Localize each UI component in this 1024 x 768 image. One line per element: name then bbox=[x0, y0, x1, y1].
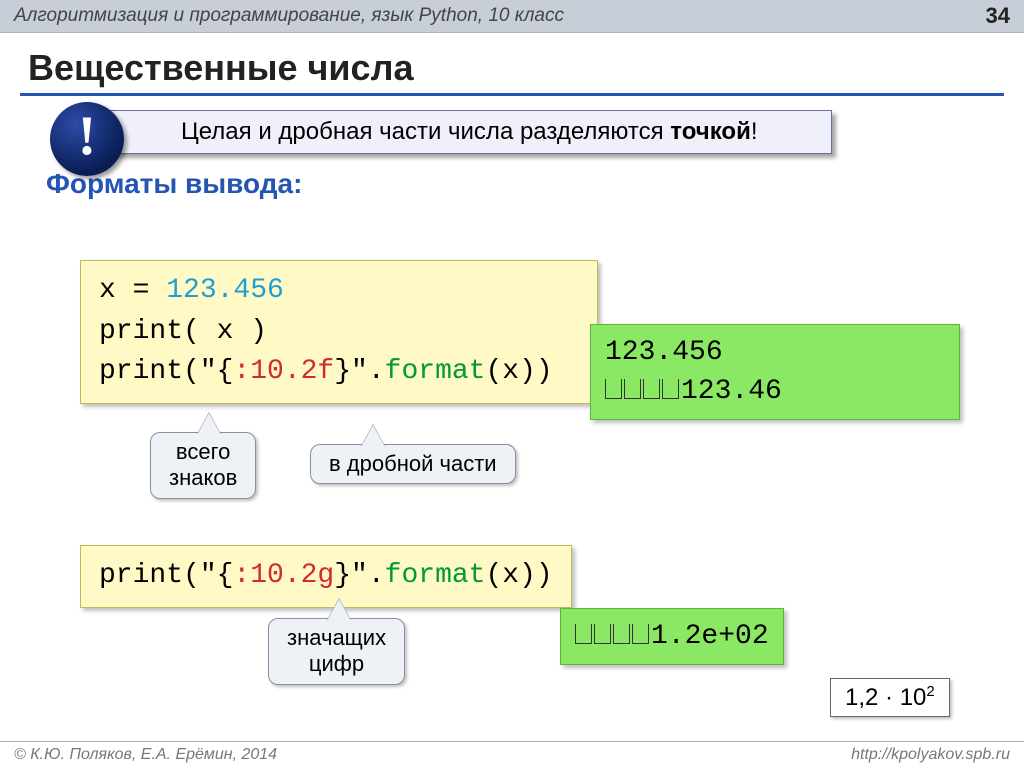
sci-exp: 2 bbox=[926, 683, 934, 700]
output-leading-spaces bbox=[605, 376, 681, 407]
code-block-1: x = 123.456 print( x ) print("{:10.2f}".… bbox=[80, 260, 598, 404]
code-text: (x)) bbox=[486, 560, 553, 591]
output-line2: 123.46 bbox=[681, 376, 782, 407]
sci-base: 10 bbox=[900, 684, 927, 711]
callout-bold: точкой bbox=[670, 118, 751, 145]
code-func: format bbox=[385, 560, 486, 591]
output-leading-spaces bbox=[575, 621, 651, 652]
annotation-sig-digits: значащих цифр bbox=[268, 618, 405, 685]
code-number: 123.456 bbox=[166, 275, 284, 306]
breadcrumb: Алгоритмизация и программирование, язык … bbox=[14, 5, 564, 27]
info-callout: ! Целая и дробная части числа разделяютс… bbox=[102, 110, 832, 154]
page-number: 34 bbox=[986, 3, 1010, 29]
footer: © К.Ю. Поляков, Е.А. Ерёмин, 2014 http:/… bbox=[0, 741, 1024, 768]
annotation-text: в дробной части bbox=[329, 451, 497, 476]
code-text: print("{ bbox=[99, 560, 233, 591]
annotation-total-chars: всего знаков bbox=[150, 432, 256, 499]
sci-sep: · bbox=[878, 684, 899, 711]
footer-right: http://kpolyakov.spb.ru bbox=[851, 746, 1010, 764]
subheading: Форматы вывода: bbox=[46, 168, 1024, 200]
code-text: print("{ bbox=[99, 356, 233, 387]
code-format: :10.2g bbox=[233, 560, 334, 591]
title-underline bbox=[20, 93, 1004, 96]
code-text: }". bbox=[334, 560, 384, 591]
code-func: format bbox=[385, 356, 486, 387]
output-line1: 123.456 bbox=[605, 337, 723, 368]
footer-left: © К.Ю. Поляков, Е.А. Ерёмин, 2014 bbox=[14, 746, 277, 764]
exclamation-icon: ! bbox=[50, 102, 124, 176]
code-text: print( x ) bbox=[99, 316, 267, 347]
annotation-text: всего знаков bbox=[169, 439, 237, 490]
annotation-text: значащих цифр bbox=[287, 625, 386, 676]
output-value: 1.2e+02 bbox=[651, 621, 769, 652]
scientific-notation: 1,2 · 102 bbox=[830, 678, 950, 717]
output-block-2: 1.2e+02 bbox=[560, 608, 784, 665]
callout-post: ! bbox=[751, 118, 758, 145]
code-format: :10.2f bbox=[233, 356, 334, 387]
output-block-1: 123.456 123.46 bbox=[590, 324, 960, 420]
code-text: (x)) bbox=[486, 356, 553, 387]
sci-mantissa: 1,2 bbox=[845, 684, 878, 711]
code-text: x = bbox=[99, 275, 166, 306]
callout-pre: Целая и дробная части числа разделяются bbox=[181, 118, 670, 145]
header-bar: Алгоритмизация и программирование, язык … bbox=[0, 0, 1024, 33]
callout-text: Целая и дробная части числа разделяются … bbox=[102, 110, 832, 154]
code-text: }". bbox=[334, 356, 384, 387]
code-block-2: print("{:10.2g}".format(x)) bbox=[80, 545, 572, 608]
page-title: Вещественные числа bbox=[28, 47, 1024, 89]
annotation-fraction: в дробной части bbox=[310, 444, 516, 484]
